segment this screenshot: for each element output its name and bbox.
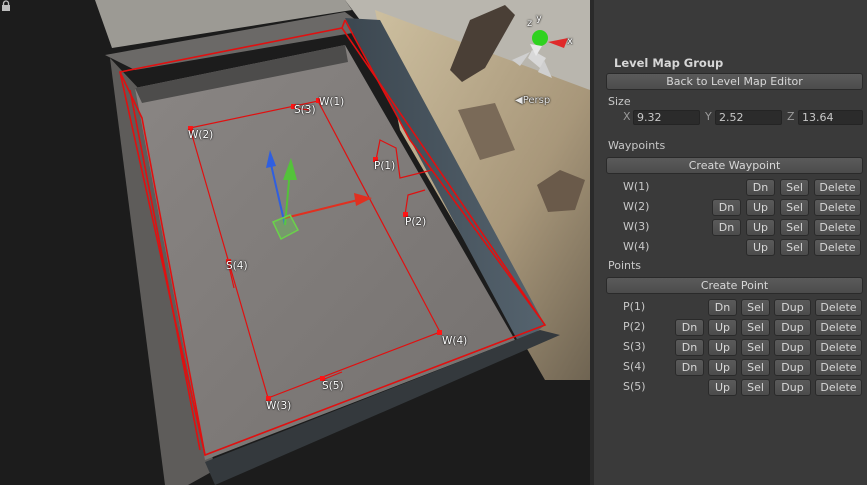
waypoint-up-button[interactable]: Up	[746, 239, 775, 256]
point-dn-button[interactable]: Dn	[675, 319, 704, 336]
point-sel-button[interactable]: Sel	[741, 339, 770, 356]
point-dup-button[interactable]: Dup	[774, 319, 811, 336]
point-dup-button[interactable]: Dup	[774, 379, 811, 396]
waypoint-sel-button[interactable]: Sel	[780, 199, 809, 216]
point-dup-button[interactable]: Dup	[774, 359, 811, 376]
size-z-label: Z	[787, 110, 795, 123]
point-delete-button[interactable]: Delete	[815, 379, 862, 396]
waypoint-delete-button[interactable]: Delete	[814, 199, 861, 216]
create-waypoint-button[interactable]: Create Waypoint	[606, 157, 863, 174]
size-y-field[interactable]: 2.52	[715, 110, 782, 125]
waypoint-up-button[interactable]: Up	[746, 199, 775, 216]
size-y-label: Y	[705, 110, 712, 123]
point-row-label: S(5)	[623, 380, 646, 393]
view-mode-text: Persp	[522, 95, 551, 106]
point-sel-button[interactable]: Sel	[741, 379, 770, 396]
points-label: Points	[608, 259, 642, 272]
waypoint-row-label: W(2)	[623, 200, 650, 213]
waypoint-delete-button[interactable]: Delete	[814, 219, 861, 236]
inspector-title: Level Map Group	[614, 56, 724, 70]
point-delete-button[interactable]: Delete	[815, 339, 862, 356]
waypoint-up-button[interactable]: Up	[746, 219, 775, 236]
point-up-button[interactable]: Up	[708, 359, 737, 376]
point-delete-button[interactable]: Delete	[815, 299, 862, 316]
waypoint-delete-button[interactable]: Delete	[814, 239, 861, 256]
size-x-field[interactable]: 9.32	[633, 110, 700, 125]
waypoint-delete-button[interactable]: Delete	[814, 179, 861, 196]
point-dn-button[interactable]: Dn	[675, 359, 704, 376]
create-point-button[interactable]: Create Point	[606, 277, 863, 294]
marker-label-p2: P(2)	[405, 216, 427, 228]
waypoint-sel-button[interactable]: Sel	[780, 179, 809, 196]
waypoint-sel-button[interactable]: Sel	[780, 219, 809, 236]
marker-label-p1: P(1)	[374, 160, 396, 172]
size-label: Size	[608, 95, 631, 108]
inspector-panel: Level Map Group Back to Level Map Editor…	[594, 0, 867, 485]
view-mode-label[interactable]: ◀Persp	[515, 95, 550, 106]
gizmo-axis-y: y	[536, 13, 542, 24]
size-x-label: X	[623, 110, 631, 123]
waypoint-dn-button[interactable]: Dn	[712, 199, 741, 216]
waypoint-dn-button[interactable]: Dn	[712, 219, 741, 236]
marker-label-w1: W(1)	[319, 96, 345, 108]
point-delete-button[interactable]: Delete	[815, 319, 862, 336]
persp-arrow-icon: ◀	[515, 95, 523, 106]
point-sel-button[interactable]: Sel	[741, 299, 770, 316]
point-dn-button[interactable]: Dn	[675, 339, 704, 356]
point-row-label: S(3)	[623, 340, 646, 353]
gizmo-axis-z: z	[527, 18, 533, 29]
back-to-editor-button[interactable]: Back to Level Map Editor	[606, 73, 863, 90]
point-up-button[interactable]: Up	[708, 319, 737, 336]
size-z-field[interactable]: 13.64	[798, 110, 863, 125]
point-dup-button[interactable]: Dup	[774, 299, 811, 316]
scene-canvas[interactable]	[0, 0, 590, 485]
point-sel-button[interactable]: Sel	[741, 359, 770, 376]
scene-view[interactable]: W(1) W(2) W(3) W(4) S(3) S(4) S(5) P(1) …	[0, 0, 590, 485]
point-row-label: S(4)	[623, 360, 646, 373]
point-sel-button[interactable]: Sel	[741, 319, 770, 336]
marker-label-s5: S(5)	[322, 380, 344, 392]
waypoint-dn-button[interactable]: Dn	[746, 179, 775, 196]
gizmo-axis-x: x	[567, 36, 573, 47]
waypoint-sel-button[interactable]: Sel	[780, 239, 809, 256]
marker-label-w2: W(2)	[188, 129, 214, 141]
point-row-label: P(2)	[623, 320, 646, 333]
waypoint-row-label: W(3)	[623, 220, 650, 233]
lock-icon[interactable]	[0, 0, 12, 12]
point-up-button[interactable]: Up	[708, 339, 737, 356]
marker-label-w4: W(4)	[442, 335, 468, 347]
marker-label-w3: W(3)	[266, 400, 292, 412]
waypoint-row-label: W(4)	[623, 240, 650, 253]
marker-label-s3: S(3)	[294, 104, 316, 116]
point-dn-button[interactable]: Dn	[708, 299, 737, 316]
waypoints-label: Waypoints	[608, 139, 666, 152]
waypoint-row-label: W(1)	[623, 180, 650, 193]
point-delete-button[interactable]: Delete	[815, 359, 862, 376]
point-up-button[interactable]: Up	[708, 379, 737, 396]
point-dup-button[interactable]: Dup	[774, 339, 811, 356]
marker-label-s4: S(4)	[226, 260, 248, 272]
point-row-label: P(1)	[623, 300, 646, 313]
